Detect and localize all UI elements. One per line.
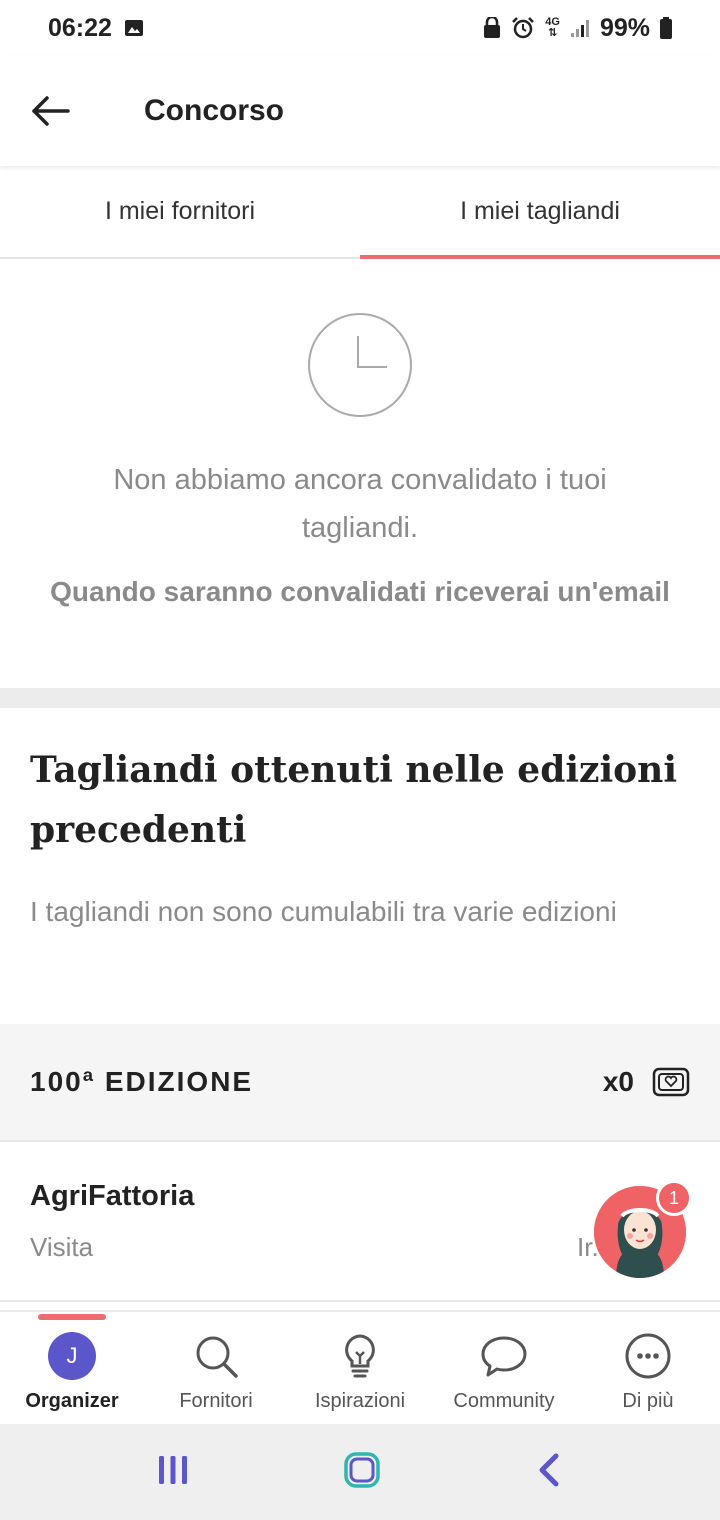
nav-item-more[interactable]: Di più (576, 1312, 720, 1424)
chat-assistant-button[interactable]: 1 (594, 1180, 692, 1278)
home-icon (344, 1451, 380, 1488)
system-back-button[interactable] (534, 1452, 564, 1493)
search-icon (192, 1332, 240, 1380)
app-bar: Concorso (0, 56, 720, 166)
edition-title: 100ª EDIZIONE (30, 1066, 254, 1097)
lock-icon (483, 17, 501, 39)
clock-icon (308, 313, 412, 417)
ticket-icon (652, 1067, 690, 1097)
home-button[interactable] (342, 1450, 382, 1495)
edition-header: 100ª EDIZIONE x0 (0, 1024, 720, 1142)
supplier-type: Visita (30, 1232, 94, 1262)
recent-apps-button[interactable] (156, 1453, 190, 1492)
section-title: Tagliandi ottenuti nelle edizioni preced… (30, 749, 678, 851)
nav-label: Community (453, 1390, 555, 1412)
edition-count: x0 (603, 1066, 690, 1098)
section-divider (0, 688, 720, 708)
status-left: 06:22 (48, 14, 144, 43)
section-subtitle: I tagliandi non sono cumulabili tra vari… (30, 896, 617, 927)
tab-my-suppliers[interactable]: I miei fornitori (0, 166, 360, 257)
avatar: J (48, 1332, 96, 1380)
status-time: 06:22 (48, 13, 112, 42)
back-button[interactable] (0, 56, 100, 166)
data-arrows-icon: ⇅ (548, 27, 558, 39)
nav-item-suppliers[interactable]: Fornitori (144, 1312, 288, 1424)
image-icon (124, 19, 144, 37)
battery-icon (660, 17, 672, 39)
nav-item-inspirations[interactable]: Ispirazioni (288, 1312, 432, 1424)
chevron-left-icon (539, 1453, 559, 1486)
network-type-icon: 4G ⇅ (545, 17, 560, 39)
nav-label: Di più (622, 1390, 674, 1412)
battery-percent: 99% (599, 13, 650, 42)
notification-badge: 1 (656, 1180, 692, 1216)
status-bar: 06:22 4G ⇅ 99% (0, 0, 720, 56)
nav-label: Ispirazioni (314, 1390, 406, 1412)
lightbulb-icon (336, 1332, 384, 1380)
more-icon (624, 1332, 672, 1380)
arrow-left-icon (32, 96, 70, 126)
alarm-icon (511, 17, 535, 39)
nav-label: Organizer (25, 1390, 119, 1412)
empty-sub-message: Quando saranno convalidati riceverai un'… (50, 576, 670, 607)
supplier-name: AgriFattoria (30, 1180, 195, 1212)
empty-state: Non abbiamo ancora convalidato i tuoi ta… (0, 260, 720, 688)
tab-bar: I miei fornitori I miei tagliandi (0, 166, 720, 259)
page-title: Concorso (144, 94, 285, 127)
chat-bubble-icon (480, 1332, 528, 1380)
previous-editions-section: Tagliandi ottenuti nelle edizioni preced… (0, 708, 720, 1024)
nav-item-organizer[interactable]: J Organizer (0, 1312, 144, 1424)
coupon-count: x0 (602, 1066, 634, 1097)
tab-my-coupons[interactable]: I miei tagliandi (360, 166, 720, 259)
signal-icon (570, 18, 590, 38)
nav-label: Fornitori (179, 1390, 253, 1412)
status-right: 4G ⇅ 99% (483, 14, 672, 43)
empty-message: Non abbiamo ancora convalidato i tuoi ta… (113, 464, 607, 544)
recent-apps-icon (159, 1455, 187, 1484)
system-nav-bar (0, 1424, 720, 1520)
bottom-nav: J Organizer Fornitori Ispirazioni Commun… (0, 1310, 720, 1424)
avatar-icon: J (48, 1332, 96, 1380)
nav-item-community[interactable]: Community (432, 1312, 576, 1424)
